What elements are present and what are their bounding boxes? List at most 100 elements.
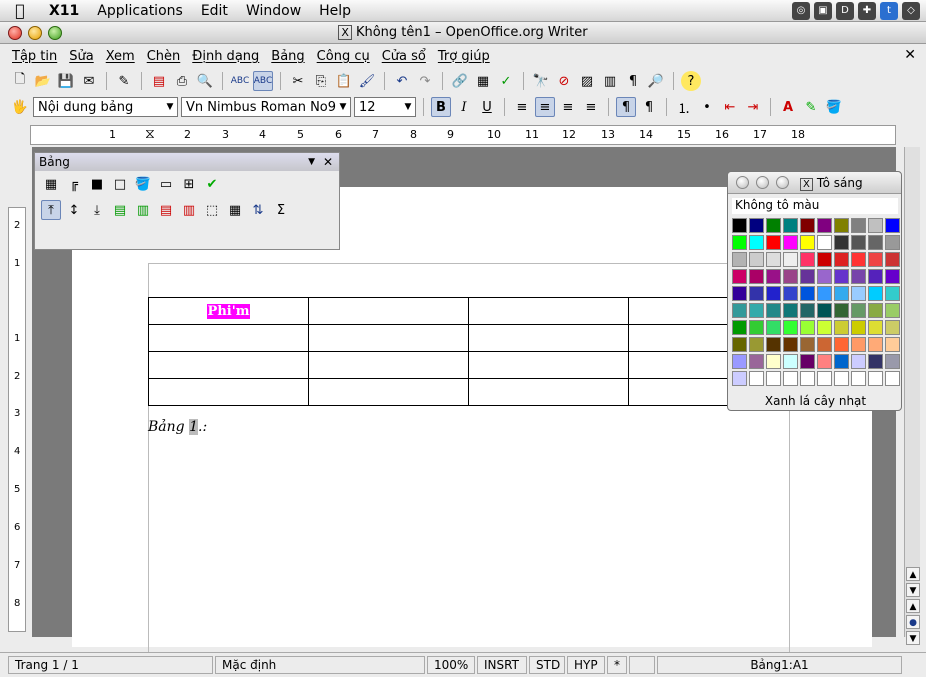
color-swatch[interactable]: [783, 337, 798, 352]
color-swatch[interactable]: [817, 269, 832, 284]
color-swatch[interactable]: [749, 235, 764, 250]
sort-icon[interactable]: ⇅: [248, 200, 268, 220]
background-color-icon[interactable]: 🪣: [824, 97, 844, 117]
align-middle-icon[interactable]: ↕: [64, 200, 84, 220]
color-swatch[interactable]: [800, 286, 815, 301]
table-toolbar-header[interactable]: Bảng ▼ ✕: [35, 153, 339, 171]
color-swatch[interactable]: [817, 286, 832, 301]
table-cell[interactable]: [148, 324, 309, 352]
color-swatch[interactable]: [783, 269, 798, 284]
color-swatch[interactable]: [868, 269, 883, 284]
color-swatch[interactable]: [749, 286, 764, 301]
cut-icon[interactable]: ✂: [288, 71, 308, 91]
italic-icon[interactable]: I: [454, 97, 474, 117]
tray-icon-5[interactable]: t: [880, 2, 898, 20]
gallery-icon[interactable]: ▨: [577, 71, 597, 91]
color-swatch[interactable]: [749, 337, 764, 352]
color-swatch[interactable]: [834, 320, 849, 335]
color-swatch[interactable]: [851, 218, 866, 233]
color-swatch[interactable]: [834, 371, 849, 386]
show-draw-functions-icon[interactable]: ✓: [496, 71, 516, 91]
fill-color-icon[interactable]: 🪣: [133, 174, 153, 194]
numbering-icon[interactable]: ⒈: [674, 97, 694, 117]
tray-icon-1[interactable]: ◎: [792, 2, 810, 20]
align-top-icon[interactable]: ⤒: [41, 200, 61, 220]
paragraph-style-select[interactable]: Nội dung bảng ▼: [33, 97, 178, 117]
line-style-icon[interactable]: ╔: [64, 174, 84, 194]
tray-icon-2[interactable]: ▣: [814, 2, 832, 20]
color-swatch[interactable]: [885, 371, 900, 386]
page-preview-icon[interactable]: 🔍: [195, 71, 215, 91]
mac-menu-window[interactable]: Window: [237, 3, 310, 19]
color-swatch[interactable]: [834, 303, 849, 318]
color-swatch[interactable]: [834, 337, 849, 352]
find-replace-icon[interactable]: 🔭: [531, 71, 551, 91]
horizontal-ruler[interactable]: 1 ⧖ 2 3 4 5 6 7 8 9 10 11 12 13 14 15 16…: [30, 125, 896, 145]
color-swatch[interactable]: [783, 320, 798, 335]
color-swatch[interactable]: [749, 269, 764, 284]
tray-icon-4[interactable]: ✚: [858, 2, 876, 20]
nonprinting-chars-icon[interactable]: ¶: [623, 71, 643, 91]
color-swatch[interactable]: [834, 218, 849, 233]
color-swatch[interactable]: [749, 252, 764, 267]
font-name-select[interactable]: Vn Nimbus Roman No9 L ▼: [181, 97, 351, 117]
autospellcheck-icon[interactable]: ABC: [253, 71, 273, 91]
sum-icon[interactable]: Σ: [271, 200, 291, 220]
color-swatch[interactable]: [783, 235, 798, 250]
table-cell[interactable]: [468, 297, 629, 325]
mac-menu-edit[interactable]: Edit: [192, 3, 237, 19]
menu-window[interactable]: Cửa sổ: [376, 49, 432, 64]
help-icon[interactable]: ?: [681, 71, 701, 91]
color-swatch[interactable]: [885, 303, 900, 318]
color-swatch[interactable]: [834, 235, 849, 250]
color-swatch[interactable]: [817, 354, 832, 369]
color-swatch[interactable]: [749, 320, 764, 335]
color-swatch[interactable]: [766, 269, 781, 284]
navigation-icon[interactable]: ●: [906, 615, 920, 629]
scroll-up-icon[interactable]: ▲: [906, 567, 920, 581]
color-swatch[interactable]: [766, 252, 781, 267]
color-swatch[interactable]: [851, 269, 866, 284]
vertical-ruler[interactable]: 2 1 1 2 3 4 5 6 7 8: [8, 207, 26, 632]
menu-insert[interactable]: Chèn: [141, 49, 187, 64]
prev-page-icon[interactable]: ▲: [906, 599, 920, 613]
color-swatch[interactable]: [868, 337, 883, 352]
color-swatch[interactable]: [783, 354, 798, 369]
color-swatch[interactable]: [732, 252, 747, 267]
color-swatch[interactable]: [851, 303, 866, 318]
tray-icon-3[interactable]: D: [836, 2, 854, 20]
color-swatch[interactable]: [766, 218, 781, 233]
undo-icon[interactable]: ↶: [392, 71, 412, 91]
merge-cells-icon[interactable]: ▭: [156, 174, 176, 194]
table-icon[interactable]: ▦: [473, 71, 493, 91]
color-swatch[interactable]: [817, 337, 832, 352]
data-sources-icon[interactable]: ▥: [600, 71, 620, 91]
email-icon[interactable]: ✉: [79, 71, 99, 91]
insert-row-icon[interactable]: ▤: [110, 200, 130, 220]
color-swatch[interactable]: [834, 286, 849, 301]
vertical-scrollbar[interactable]: ▲ ▼ ▲ ● ▼: [904, 147, 920, 645]
next-page-icon[interactable]: ▼: [906, 631, 920, 645]
ruler-indent-marker[interactable]: ⧖: [145, 126, 155, 142]
insert-column-icon[interactable]: ▥: [133, 200, 153, 220]
print-icon[interactable]: ⎙: [172, 71, 192, 91]
redo-icon[interactable]: ↷: [415, 71, 435, 91]
color-swatch[interactable]: [817, 252, 832, 267]
color-swatch[interactable]: [800, 269, 815, 284]
color-swatch[interactable]: [732, 235, 747, 250]
table-cell[interactable]: [468, 324, 629, 352]
spellcheck-icon[interactable]: ABC: [230, 71, 250, 91]
table-cell[interactable]: [308, 324, 469, 352]
minimize-window-button[interactable]: [756, 176, 769, 189]
color-swatch[interactable]: [885, 286, 900, 301]
color-swatch[interactable]: [800, 235, 815, 250]
color-swatch[interactable]: [766, 337, 781, 352]
menu-edit[interactable]: Sửa: [63, 49, 99, 64]
rtl-icon[interactable]: ¶: [639, 97, 659, 117]
color-swatch[interactable]: [732, 269, 747, 284]
zoom-window-button[interactable]: [48, 26, 62, 40]
edit-file-icon[interactable]: ✎: [114, 71, 134, 91]
color-swatch[interactable]: [800, 354, 815, 369]
color-swatch[interactable]: [817, 235, 832, 250]
mac-menu-applications[interactable]: Applications: [88, 3, 192, 19]
